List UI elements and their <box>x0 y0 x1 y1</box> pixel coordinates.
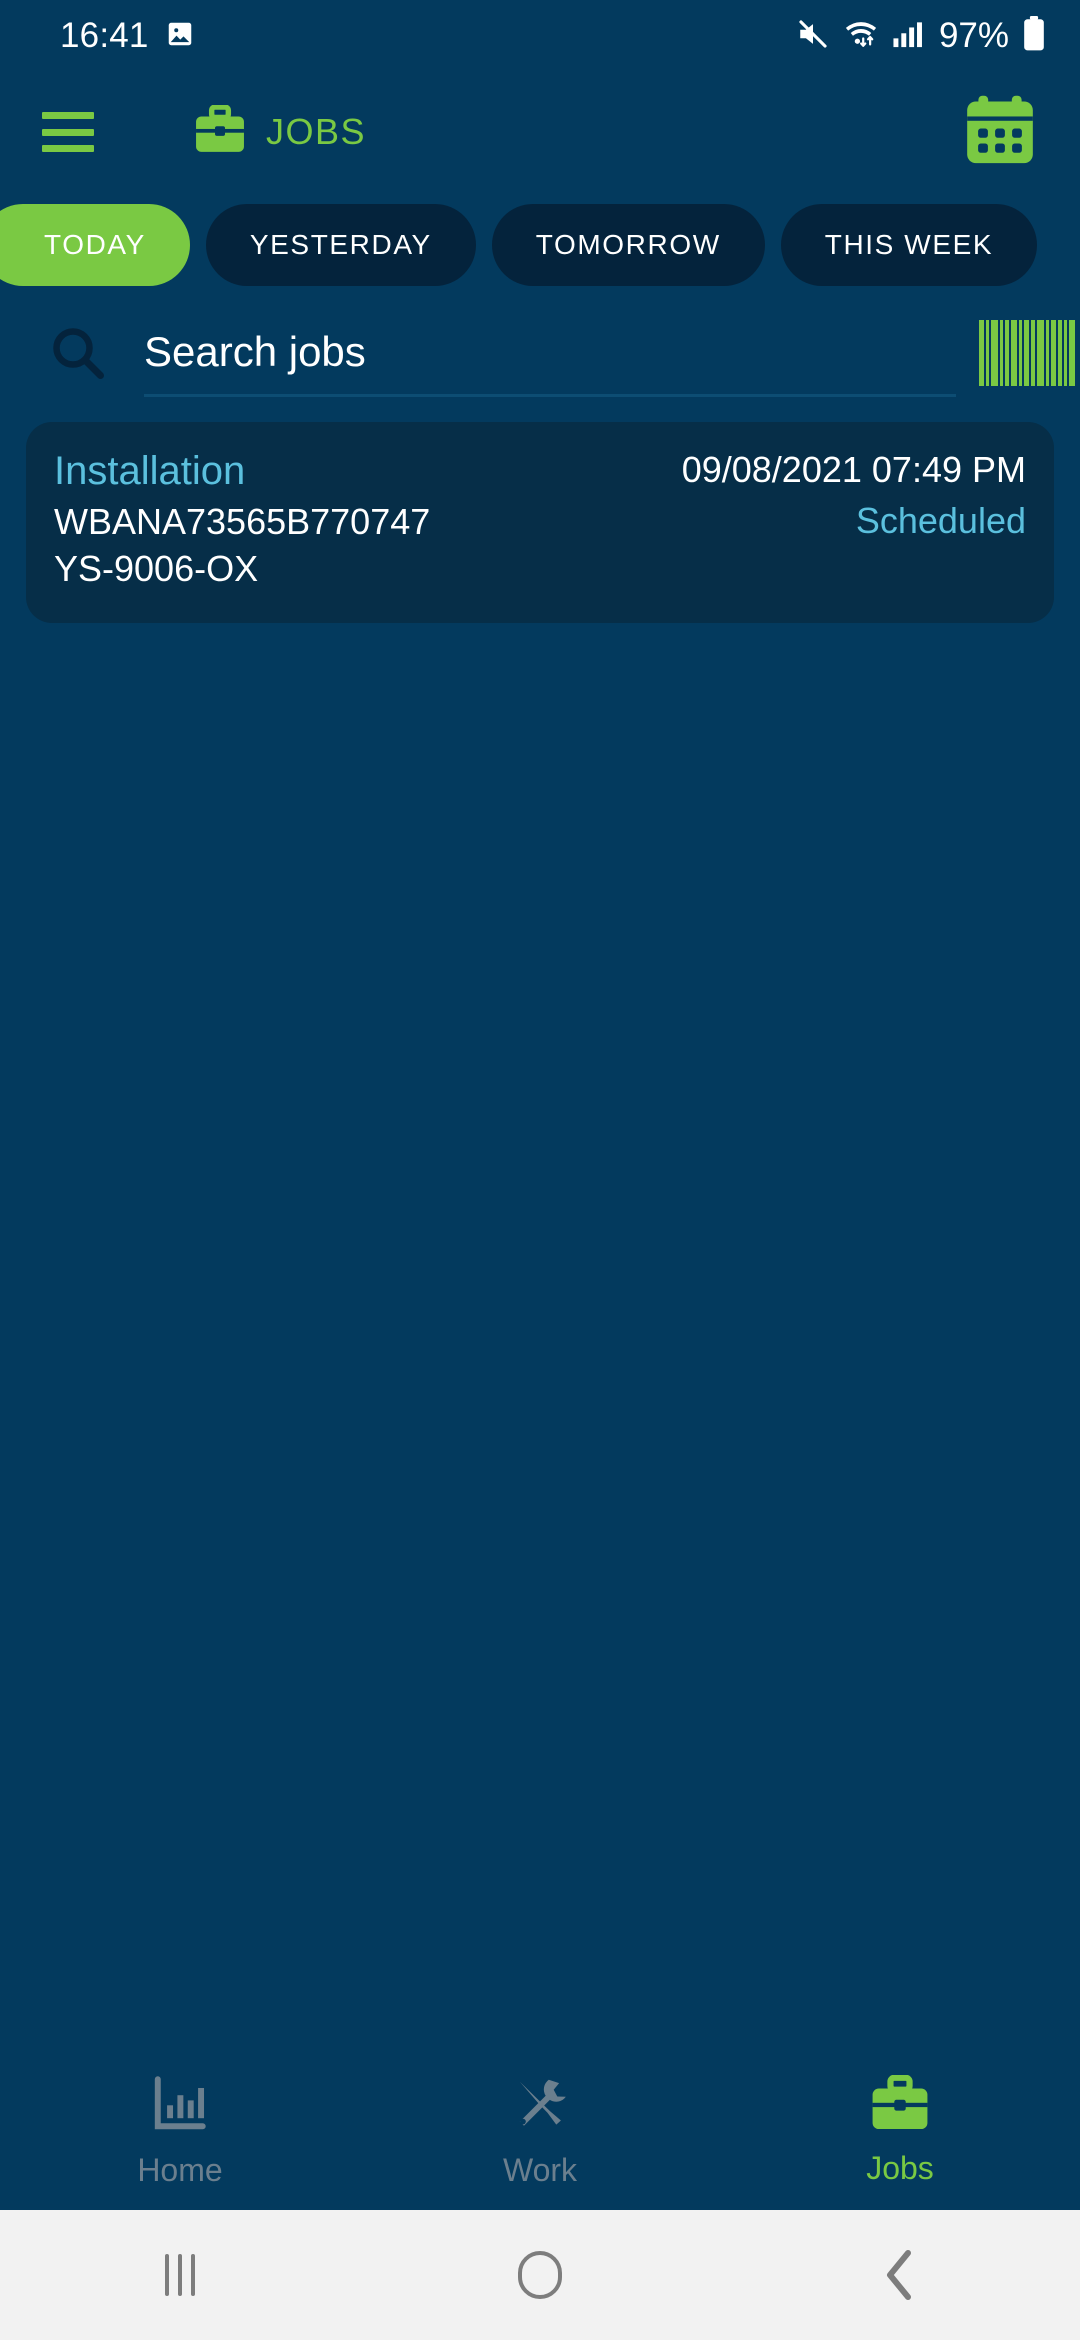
job-card-meta: 09/08/2021 07:49 PM Scheduled <box>664 448 1026 593</box>
status-bar: 16:41 97% <box>0 0 1080 72</box>
nav-item-work[interactable]: Work <box>360 2073 720 2189</box>
wifi-icon <box>843 18 879 55</box>
tab-label: THIS WEEK <box>824 229 994 260</box>
job-card[interactable]: Installation WBANA73565B770747 YS-9006-O… <box>26 422 1054 623</box>
battery-percent: 97% <box>938 16 1009 55</box>
image-icon <box>165 19 195 54</box>
tools-icon <box>509 2073 571 2140</box>
nav-label: Jobs <box>866 2150 934 2186</box>
bar-chart-icon <box>149 2073 211 2140</box>
tab-this-week[interactable]: THIS WEEK <box>780 204 1038 286</box>
status-bar-left: 16:41 <box>60 16 195 56</box>
app-screen: 16:41 97% JOBS TODAY YESTERDAY TOMORROW … <box>0 0 1080 2340</box>
briefcase-icon <box>869 2074 931 2138</box>
bottom-navigation: Home Work Jobs <box>0 2060 1080 2210</box>
nav-label: Home <box>137 2152 223 2188</box>
job-datetime: 09/08/2021 07:49 PM <box>681 449 1026 490</box>
status-bar-right: 97% <box>796 15 1046 57</box>
tab-today[interactable]: TODAY <box>0 204 190 286</box>
barcode-scan-icon[interactable] <box>979 320 1075 386</box>
job-card-primary: Installation WBANA73565B770747 YS-9006-O… <box>54 448 664 593</box>
period-tab-bar: TODAY YESTERDAY TOMORROW THIS WEEK <box>0 192 1080 298</box>
app-header: JOBS <box>0 72 1080 192</box>
search-field <box>144 309 956 397</box>
tab-label: TOMORROW <box>535 229 721 260</box>
search-input[interactable] <box>144 327 956 376</box>
calendar-icon[interactable] <box>962 94 1038 171</box>
battery-icon <box>1022 15 1046 57</box>
briefcase-icon <box>192 103 248 160</box>
search-bar <box>0 298 1080 408</box>
header-right <box>962 94 1038 171</box>
tab-tomorrow[interactable]: TOMORROW <box>491 204 765 286</box>
job-vin: WBANA73565B770747 <box>54 501 431 543</box>
search-icon[interactable] <box>48 323 118 383</box>
page-title: JOBS <box>266 111 367 152</box>
recents-icon[interactable] <box>0 2254 360 2296</box>
back-icon[interactable] <box>720 2249 1080 2301</box>
nav-item-home[interactable]: Home <box>0 2073 360 2189</box>
tab-label: TODAY <box>44 229 146 260</box>
header-title-group: JOBS <box>192 103 367 160</box>
nav-item-jobs[interactable]: Jobs <box>720 2074 1080 2187</box>
job-type: Installation <box>54 449 246 493</box>
job-list: Installation WBANA73565B770747 YS-9006-O… <box>0 408 1080 2060</box>
home-icon[interactable] <box>360 2251 720 2299</box>
status-badge: Scheduled <box>855 499 1026 541</box>
android-system-nav <box>0 2210 1080 2340</box>
job-reference: YS-9006-OX <box>54 547 259 589</box>
mute-icon <box>796 17 830 56</box>
tab-label: YESTERDAY <box>249 229 432 260</box>
hamburger-menu-icon[interactable] <box>42 112 94 152</box>
tab-yesterday[interactable]: YESTERDAY <box>205 204 476 286</box>
signal-icon <box>892 19 924 54</box>
nav-label: Work <box>502 2152 578 2188</box>
status-time: 16:41 <box>60 16 149 55</box>
